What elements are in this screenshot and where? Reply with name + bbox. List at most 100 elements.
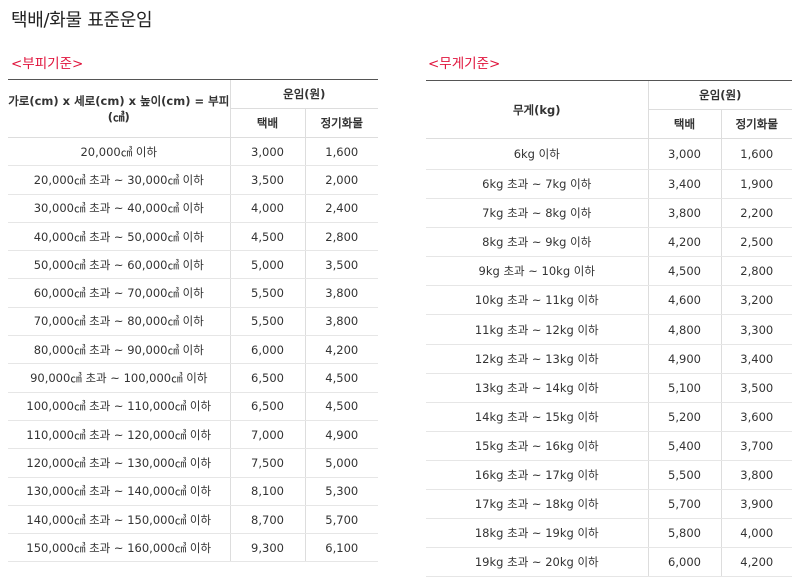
table-row: 9kg 초과 ~ 10kg 이하 4,500 2,800 [426, 256, 793, 287]
parcel-fare-cell: 4,800 [647, 314, 721, 345]
freight-fare-cell: 3,300 [720, 314, 793, 345]
parcel-fare-cell: 7,500 [229, 448, 305, 478]
parcel-fare-cell: 6,500 [229, 392, 305, 421]
freight-fare-cell: 6,100 [304, 533, 379, 563]
freight-fare-cell: 3,800 [720, 460, 793, 491]
range-cell: 60,000㎤ 초과 ~ 70,000㎤ 이하 [8, 278, 230, 308]
range-cell: 9kg 초과 ~ 10kg 이하 [426, 256, 648, 287]
parcel-fare-cell: 5,000 [229, 250, 305, 280]
table-row: 50,000㎤ 초과 ~ 60,000㎤ 이하 5,000 3,500 [8, 250, 379, 280]
range-cell: 11kg 초과 ~ 12kg 이하 [426, 314, 648, 345]
weight-table-body: 6kg 이하 3,000 1,600 6kg 초과 ~ 7kg 이하 3,400 1,90… [426, 138, 793, 577]
freight-fare-cell: 4,500 [304, 392, 379, 421]
table-row: 16kg 초과 ~ 17kg 이하 5,500 3,800 [426, 460, 793, 491]
freight-fare-cell: 3,700 [720, 431, 793, 461]
range-cell: 14kg 초과 ~ 15kg 이하 [426, 402, 648, 432]
volume-header-fare: 운임(원) [229, 79, 379, 109]
freight-fare-cell: 4,500 [304, 363, 379, 393]
weight-header-parcel: 택배 [647, 109, 721, 139]
freight-fare-cell: 5,000 [304, 448, 379, 478]
parcel-fare-cell: 8,700 [229, 505, 305, 535]
table-row: 17kg 초과 ~ 18kg 이하 5,700 3,900 [426, 489, 793, 520]
weight-header-weight: 무게(kg) [426, 80, 648, 139]
parcel-fare-cell: 5,700 [647, 489, 721, 520]
parcel-fare-cell: 3,400 [647, 169, 721, 200]
parcel-fare-cell: 5,500 [229, 307, 305, 337]
parcel-fare-cell: 3,000 [647, 138, 721, 170]
table-row: 130,000㎤ 초과 ~ 140,000㎤ 이하 8,100 5,300 [8, 477, 379, 506]
weight-header-fare: 운임(원) [647, 80, 793, 110]
parcel-fare-cell: 8,100 [229, 477, 305, 506]
freight-fare-cell: 3,800 [304, 278, 379, 308]
table-row: 90,000㎤ 초과 ~ 100,000㎤ 이하 6,500 4,500 [8, 363, 379, 393]
freight-fare-cell: 1,600 [304, 137, 379, 167]
weight-fare-table: 무게(kg) 운임(원) 택배 정기화물 6kg 이하 3,000 1,600 6kg… [426, 80, 793, 577]
table-row: 100,000㎤ 초과 ~ 110,000㎤ 이하 6,500 4,500 [8, 392, 379, 421]
range-cell: 16kg 초과 ~ 17kg 이하 [426, 460, 648, 491]
parcel-fare-cell: 3,000 [229, 137, 305, 167]
range-cell: 30,000㎤ 초과 ~ 40,000㎤ 이하 [8, 194, 230, 223]
freight-fare-cell: 3,800 [304, 307, 379, 337]
range-cell: 70,000㎤ 초과 ~ 80,000㎤ 이하 [8, 307, 230, 337]
table-row: 70,000㎤ 초과 ~ 80,000㎤ 이하 5,500 3,800 [8, 307, 379, 337]
range-cell: 20,000㎤ 이하 [8, 137, 230, 167]
range-cell: 15kg 초과 ~ 16kg 이하 [426, 431, 648, 461]
table-row: 6kg 초과 ~ 7kg 이하 3,400 1,900 [426, 169, 793, 200]
parcel-fare-cell: 4,000 [229, 194, 305, 223]
parcel-fare-cell: 3,800 [647, 198, 721, 229]
freight-fare-cell: 3,500 [720, 373, 793, 403]
parcel-fare-cell: 5,100 [647, 373, 721, 403]
freight-fare-cell: 4,200 [720, 547, 793, 577]
freight-fare-cell: 2,000 [304, 165, 379, 195]
freight-fare-cell: 3,500 [304, 250, 379, 280]
range-cell: 6kg 초과 ~ 7kg 이하 [426, 169, 648, 200]
freight-fare-cell: 2,200 [720, 198, 793, 229]
freight-fare-cell: 1,900 [720, 169, 793, 200]
parcel-fare-cell: 4,900 [647, 344, 721, 374]
range-cell: 7kg 초과 ~ 8kg 이하 [426, 198, 648, 229]
parcel-fare-cell: 5,400 [647, 431, 721, 461]
volume-fare-table: 가로(cm) x 세로(cm) x 높이(cm) = 부피(㎤) 운임(원) 택… [8, 79, 379, 563]
table-row: 15kg 초과 ~ 16kg 이하 5,400 3,700 [426, 431, 793, 461]
parcel-fare-cell: 3,500 [229, 165, 305, 195]
table-row: 7kg 초과 ~ 8kg 이하 3,800 2,200 [426, 198, 793, 229]
volume-header-freight: 정기화물 [304, 108, 379, 138]
parcel-fare-cell: 6,000 [647, 547, 721, 577]
freight-fare-cell: 4,000 [720, 518, 793, 549]
parcel-fare-cell: 4,600 [647, 285, 721, 316]
table-row: 8kg 초과 ~ 9kg 이하 4,200 2,500 [426, 227, 793, 258]
table-row: 18kg 초과 ~ 19kg 이하 5,800 4,000 [426, 518, 793, 549]
range-cell: 18kg 초과 ~ 19kg 이하 [426, 518, 648, 549]
range-cell: 120,000㎤ 초과 ~ 130,000㎤ 이하 [8, 448, 230, 478]
volume-section-title: <부피기준> [11, 56, 84, 72]
freight-fare-cell: 5,700 [304, 505, 379, 535]
table-row: 19kg 초과 ~ 20kg 이하 6,000 4,200 [426, 547, 793, 577]
range-cell: 80,000㎤ 초과 ~ 90,000㎤ 이하 [8, 335, 230, 365]
volume-header-dimension: 가로(cm) x 세로(cm) x 높이(cm) = 부피(㎤) [8, 79, 230, 138]
table-row: 20,000㎤ 초과 ~ 30,000㎤ 이하 3,500 2,000 [8, 165, 379, 195]
freight-fare-cell: 4,900 [304, 420, 379, 450]
table-row: 140,000㎤ 초과 ~ 150,000㎤ 이하 8,700 5,700 [8, 505, 379, 535]
volume-table-body: 20,000㎤ 이하 3,000 1,600 20,000㎤ 초과 ~ 30,000㎤… [8, 137, 379, 563]
table-row: 20,000㎤ 이하 3,000 1,600 [8, 137, 379, 167]
table-row: 11kg 초과 ~ 12kg 이하 4,800 3,300 [426, 314, 793, 345]
table-row: 150,000㎤ 초과 ~ 160,000㎤ 이하 9,300 6,100 [8, 533, 379, 563]
parcel-fare-cell: 5,800 [647, 518, 721, 549]
parcel-fare-cell: 6,500 [229, 363, 305, 393]
freight-fare-cell: 3,400 [720, 344, 793, 374]
freight-fare-cell: 2,500 [720, 227, 793, 258]
range-cell: 19kg 초과 ~ 20kg 이하 [426, 547, 648, 577]
parcel-fare-cell: 4,500 [229, 222, 305, 252]
parcel-fare-cell: 4,200 [647, 227, 721, 258]
range-cell: 12kg 초과 ~ 13kg 이하 [426, 344, 648, 374]
table-row: 10kg 초과 ~ 11kg 이하 4,600 3,200 [426, 285, 793, 316]
range-cell: 20,000㎤ 초과 ~ 30,000㎤ 이하 [8, 165, 230, 195]
parcel-fare-cell: 4,500 [647, 256, 721, 287]
volume-header-parcel: 택배 [229, 108, 305, 138]
table-row: 6kg 이하 3,000 1,600 [426, 138, 793, 170]
table-row: 14kg 초과 ~ 15kg 이하 5,200 3,600 [426, 402, 793, 432]
range-cell: 10kg 초과 ~ 11kg 이하 [426, 285, 648, 316]
table-row: 80,000㎤ 초과 ~ 90,000㎤ 이하 6,000 4,200 [8, 335, 379, 365]
range-cell: 17kg 초과 ~ 18kg 이하 [426, 489, 648, 520]
range-cell: 90,000㎤ 초과 ~ 100,000㎤ 이하 [8, 363, 230, 393]
